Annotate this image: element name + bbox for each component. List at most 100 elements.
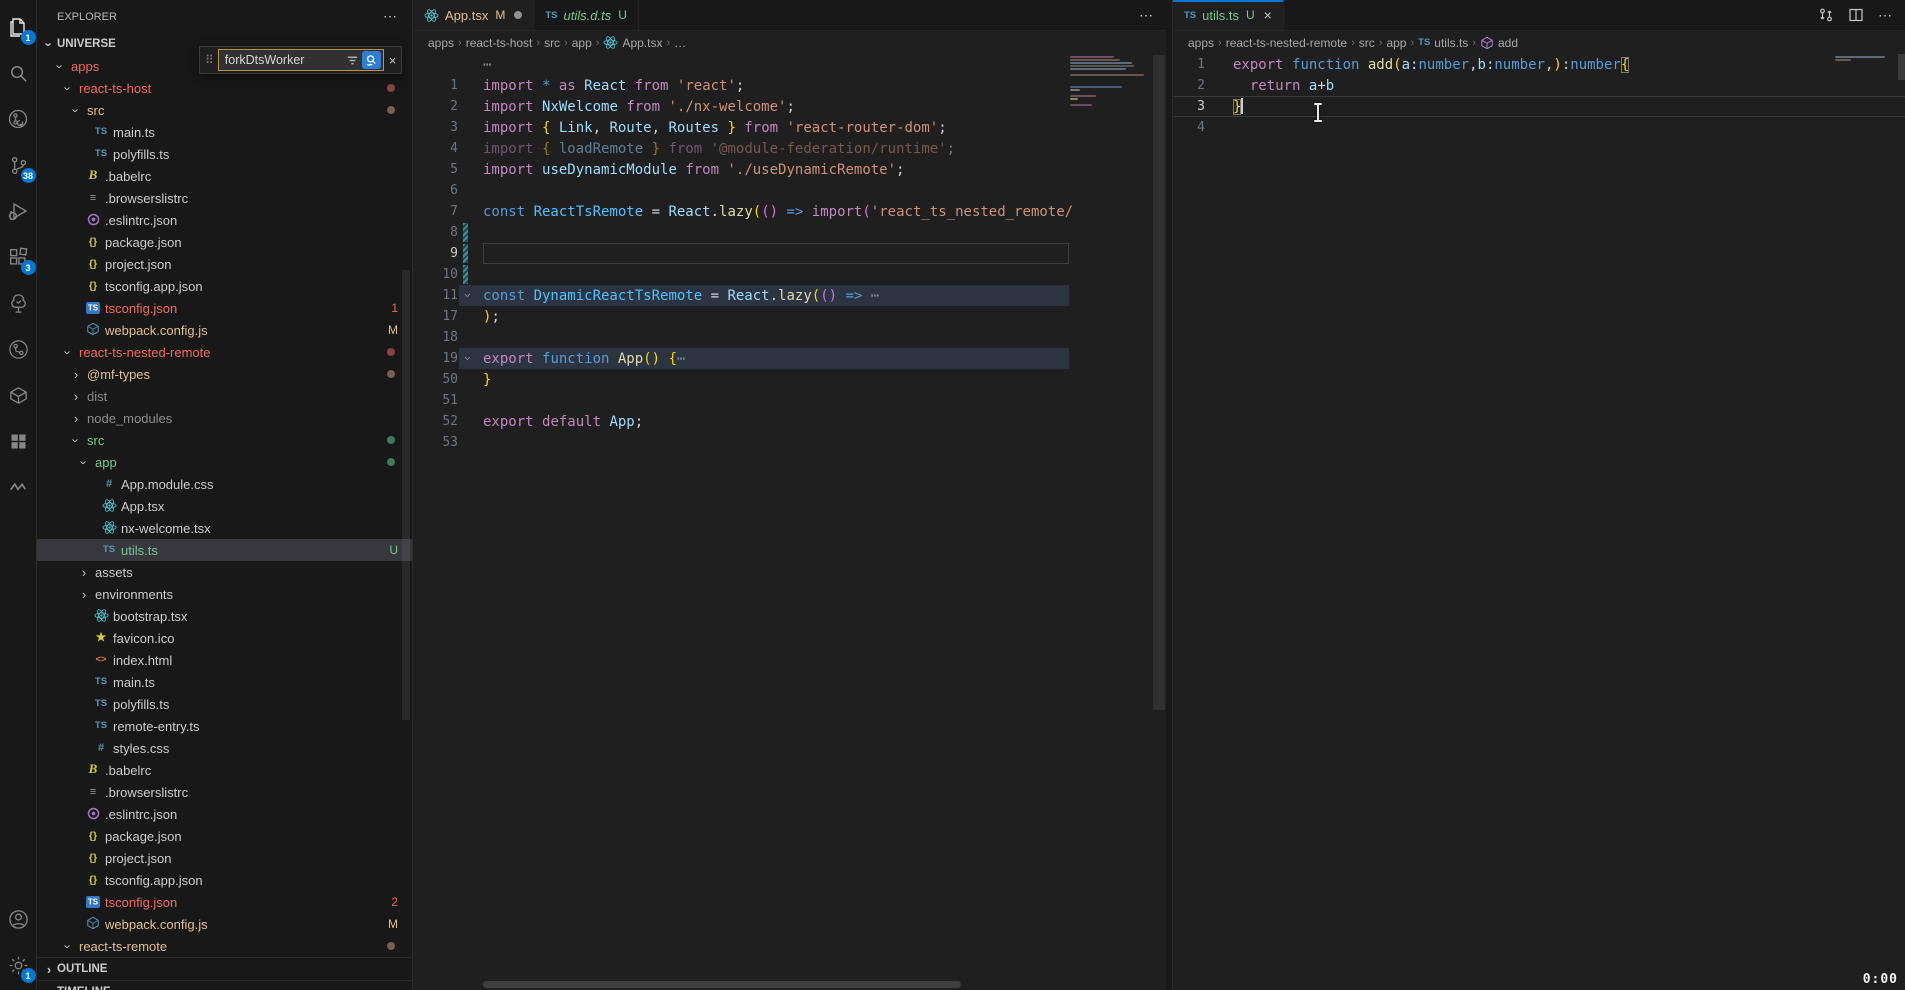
activity-item-explorer[interactable]: 1 xyxy=(0,4,37,50)
breadcrumb-item-app[interactable]: app xyxy=(572,36,592,50)
code-line[interactable]: 19export function App() {⋯ xyxy=(413,348,1166,369)
tree-item-tsconfig.app.json[interactable]: {}tsconfig.app.json xyxy=(37,275,412,297)
code-line[interactable]: 52export default App; xyxy=(413,411,1166,432)
activity-item-grid[interactable] xyxy=(0,418,37,464)
editor-group-divider[interactable] xyxy=(1166,0,1173,990)
code-line[interactable]: 4 xyxy=(1173,117,1905,138)
code-editor[interactable]: ⋯1import * as React from 'react';2import… xyxy=(413,54,1166,990)
tree-item-.browserslistrc[interactable]: ≡.browserslistrc xyxy=(37,781,412,803)
tab-utils.d.ts[interactable]: TSutils.d.tsU xyxy=(534,0,639,30)
code-line[interactable]: 2import NxWelcome from './nx-welcome'; xyxy=(413,96,1166,117)
code-line[interactable]: 7const ReactTsRemote = React.lazy(() => … xyxy=(413,201,1166,222)
tree-item-utils.ts[interactable]: TSutils.tsU xyxy=(37,539,412,561)
tree-item-@mf-types[interactable]: ›@mf-types xyxy=(37,363,412,385)
tree-item-App.tsx[interactable]: App.tsx xyxy=(37,495,412,517)
tree-item-main.ts[interactable]: TSmain.ts xyxy=(37,121,412,143)
code-line[interactable]: 4import { loadRemote } from '@module-fed… xyxy=(413,138,1166,159)
tree-item-dist[interactable]: ›dist xyxy=(37,385,412,407)
breadcrumb-item-apps[interactable]: apps xyxy=(428,36,454,50)
code-line[interactable]: 3import { Link, Route, Routes } from 're… xyxy=(413,117,1166,138)
activity-item-console-ninja[interactable] xyxy=(0,464,37,510)
filter-icon[interactable] xyxy=(343,51,362,69)
tab-App.tsx[interactable]: App.tsxM xyxy=(413,0,534,30)
activity-item-search[interactable] xyxy=(0,50,37,96)
tree-item-tsconfig.json[interactable]: TStsconfig.json1 xyxy=(37,297,412,319)
tree-find-input[interactable]: forkDtsWorker xyxy=(218,49,384,71)
tab-utils.ts[interactable]: TSutils.tsU× xyxy=(1173,0,1284,30)
activity-item-todo-tree[interactable] xyxy=(0,280,37,326)
breadcrumb-item-App.tsx[interactable]: App.tsx xyxy=(603,35,662,50)
tree-item-project.json[interactable]: {}project.json xyxy=(37,253,412,275)
breadcrumb-item-add[interactable]: add xyxy=(1480,36,1518,50)
tree-item-tsconfig.json[interactable]: TStsconfig.json2 xyxy=(37,891,412,913)
tree-item-webpack.config.js[interactable]: webpack.config.jsM xyxy=(37,319,412,341)
tree-item-webpack.config.js[interactable]: webpack.config.jsM xyxy=(37,913,412,935)
tree-item-react-ts-nested-remote[interactable]: ›react-ts-nested-remote xyxy=(37,341,412,363)
tree-item-tsconfig.app.json[interactable]: {}tsconfig.app.json xyxy=(37,869,412,891)
code-line[interactable]: 9 xyxy=(413,243,1166,264)
breadcrumb-item-…[interactable]: … xyxy=(674,36,686,50)
sidebar-scrollbar[interactable] xyxy=(402,270,410,720)
code-line[interactable]: 3} xyxy=(1173,96,1905,117)
tree-item-.eslintrc.json[interactable]: .eslintrc.json xyxy=(37,209,412,231)
activity-item-nx-console[interactable] xyxy=(0,372,37,418)
activity-item-git-graph[interactable] xyxy=(0,326,37,372)
breadcrumb-item-react-ts-nested-remote[interactable]: react-ts-nested-remote xyxy=(1226,36,1347,50)
breadcrumb-item-apps[interactable]: apps xyxy=(1188,36,1214,50)
tree-item-main.ts[interactable]: TSmain.ts xyxy=(37,671,412,693)
breadcrumb-item-src[interactable]: src xyxy=(544,36,560,50)
activity-item-account[interactable] xyxy=(0,896,37,942)
close-icon[interactable]: × xyxy=(1264,8,1272,22)
code-line[interactable]: ⋯ xyxy=(413,54,1166,75)
code-line[interactable]: 51 xyxy=(413,390,1166,411)
code-line[interactable]: 18 xyxy=(413,327,1166,348)
code-line[interactable]: 2 return a+b xyxy=(1173,75,1905,96)
code-line[interactable]: 50} xyxy=(413,369,1166,390)
tree-item-styles.css[interactable]: #styles.css xyxy=(37,737,412,759)
tree-item-polyfills.ts[interactable]: TSpolyfills.ts xyxy=(37,143,412,165)
activity-item-extensions[interactable]: 3 xyxy=(0,234,37,280)
more-icon[interactable]: ⋯ xyxy=(1878,7,1893,24)
tree-item-remote-entry.ts[interactable]: TSremote-entry.ts xyxy=(37,715,412,737)
code-line[interactable]: 6 xyxy=(413,180,1166,201)
tree-item-package.json[interactable]: {}package.json xyxy=(37,231,412,253)
open-changes-icon[interactable] xyxy=(1818,7,1834,23)
tree-item-App.module.css[interactable]: #App.module.css xyxy=(37,473,412,495)
tree-item-project.json[interactable]: {}project.json xyxy=(37,847,412,869)
code-line[interactable]: 1export function add(a:number,b:number,)… xyxy=(1173,54,1905,75)
activity-item-source-control[interactable]: 38 xyxy=(0,142,37,188)
tree-item-environments[interactable]: ›environments xyxy=(37,583,412,605)
code-line[interactable]: 10 xyxy=(413,264,1166,285)
timeline-section-header[interactable]: › TIMELINE xyxy=(37,980,412,990)
horizontal-scrollbar[interactable] xyxy=(483,981,961,988)
code-line[interactable]: 5import useDynamicModule from './useDyna… xyxy=(413,159,1166,180)
tree-item-app[interactable]: ›app xyxy=(37,451,412,473)
tree-item-react-ts-host[interactable]: ›react-ts-host xyxy=(37,77,412,99)
drag-handle-icon[interactable]: ⠿ xyxy=(205,55,214,65)
tree-item-src[interactable]: ›src xyxy=(37,99,412,121)
split-editor-icon[interactable] xyxy=(1848,7,1864,23)
tree-item-src[interactable]: ›src xyxy=(37,429,412,451)
tree-item-assets[interactable]: ›assets xyxy=(37,561,412,583)
code-line[interactable]: 17); xyxy=(413,306,1166,327)
tree-item-.eslintrc.json[interactable]: .eslintrc.json xyxy=(37,803,412,825)
close-icon[interactable]: × xyxy=(389,53,397,68)
more-icon[interactable]: ⋯ xyxy=(1139,7,1154,24)
sidebar-more-actions-icon[interactable]: ⋯ xyxy=(383,8,398,25)
outline-section-header[interactable]: › OUTLINE xyxy=(37,957,412,980)
breadcrumb-item-app[interactable]: app xyxy=(1386,36,1406,50)
code-line[interactable]: 11const DynamicReactTsRemote = React.laz… xyxy=(413,285,1166,306)
tree-item-.babelrc[interactable]: B.babelrc xyxy=(37,165,412,187)
breadcrumb-item-react-ts-host[interactable]: react-ts-host xyxy=(466,36,533,50)
breadcrumb-item-src[interactable]: src xyxy=(1359,36,1375,50)
tree-item-bootstrap.tsx[interactable]: bootstrap.tsx xyxy=(37,605,412,627)
code-line[interactable]: 1import * as React from 'react'; xyxy=(413,75,1166,96)
code-line[interactable]: 53 xyxy=(413,432,1166,453)
activity-item-run-debug[interactable] xyxy=(0,188,37,234)
tree-item-polyfills.ts[interactable]: TSpolyfills.ts xyxy=(37,693,412,715)
code-editor[interactable]: 1export function add(a:number,b:number,)… xyxy=(1173,54,1905,990)
activity-item-remote-branch[interactable] xyxy=(0,96,37,142)
tree-item-.browserslistrc[interactable]: ≡.browserslistrc xyxy=(37,187,412,209)
tree-item-.babelrc[interactable]: B.babelrc xyxy=(37,759,412,781)
breadcrumb-item-utils.ts[interactable]: TSutils.ts xyxy=(1418,36,1468,50)
